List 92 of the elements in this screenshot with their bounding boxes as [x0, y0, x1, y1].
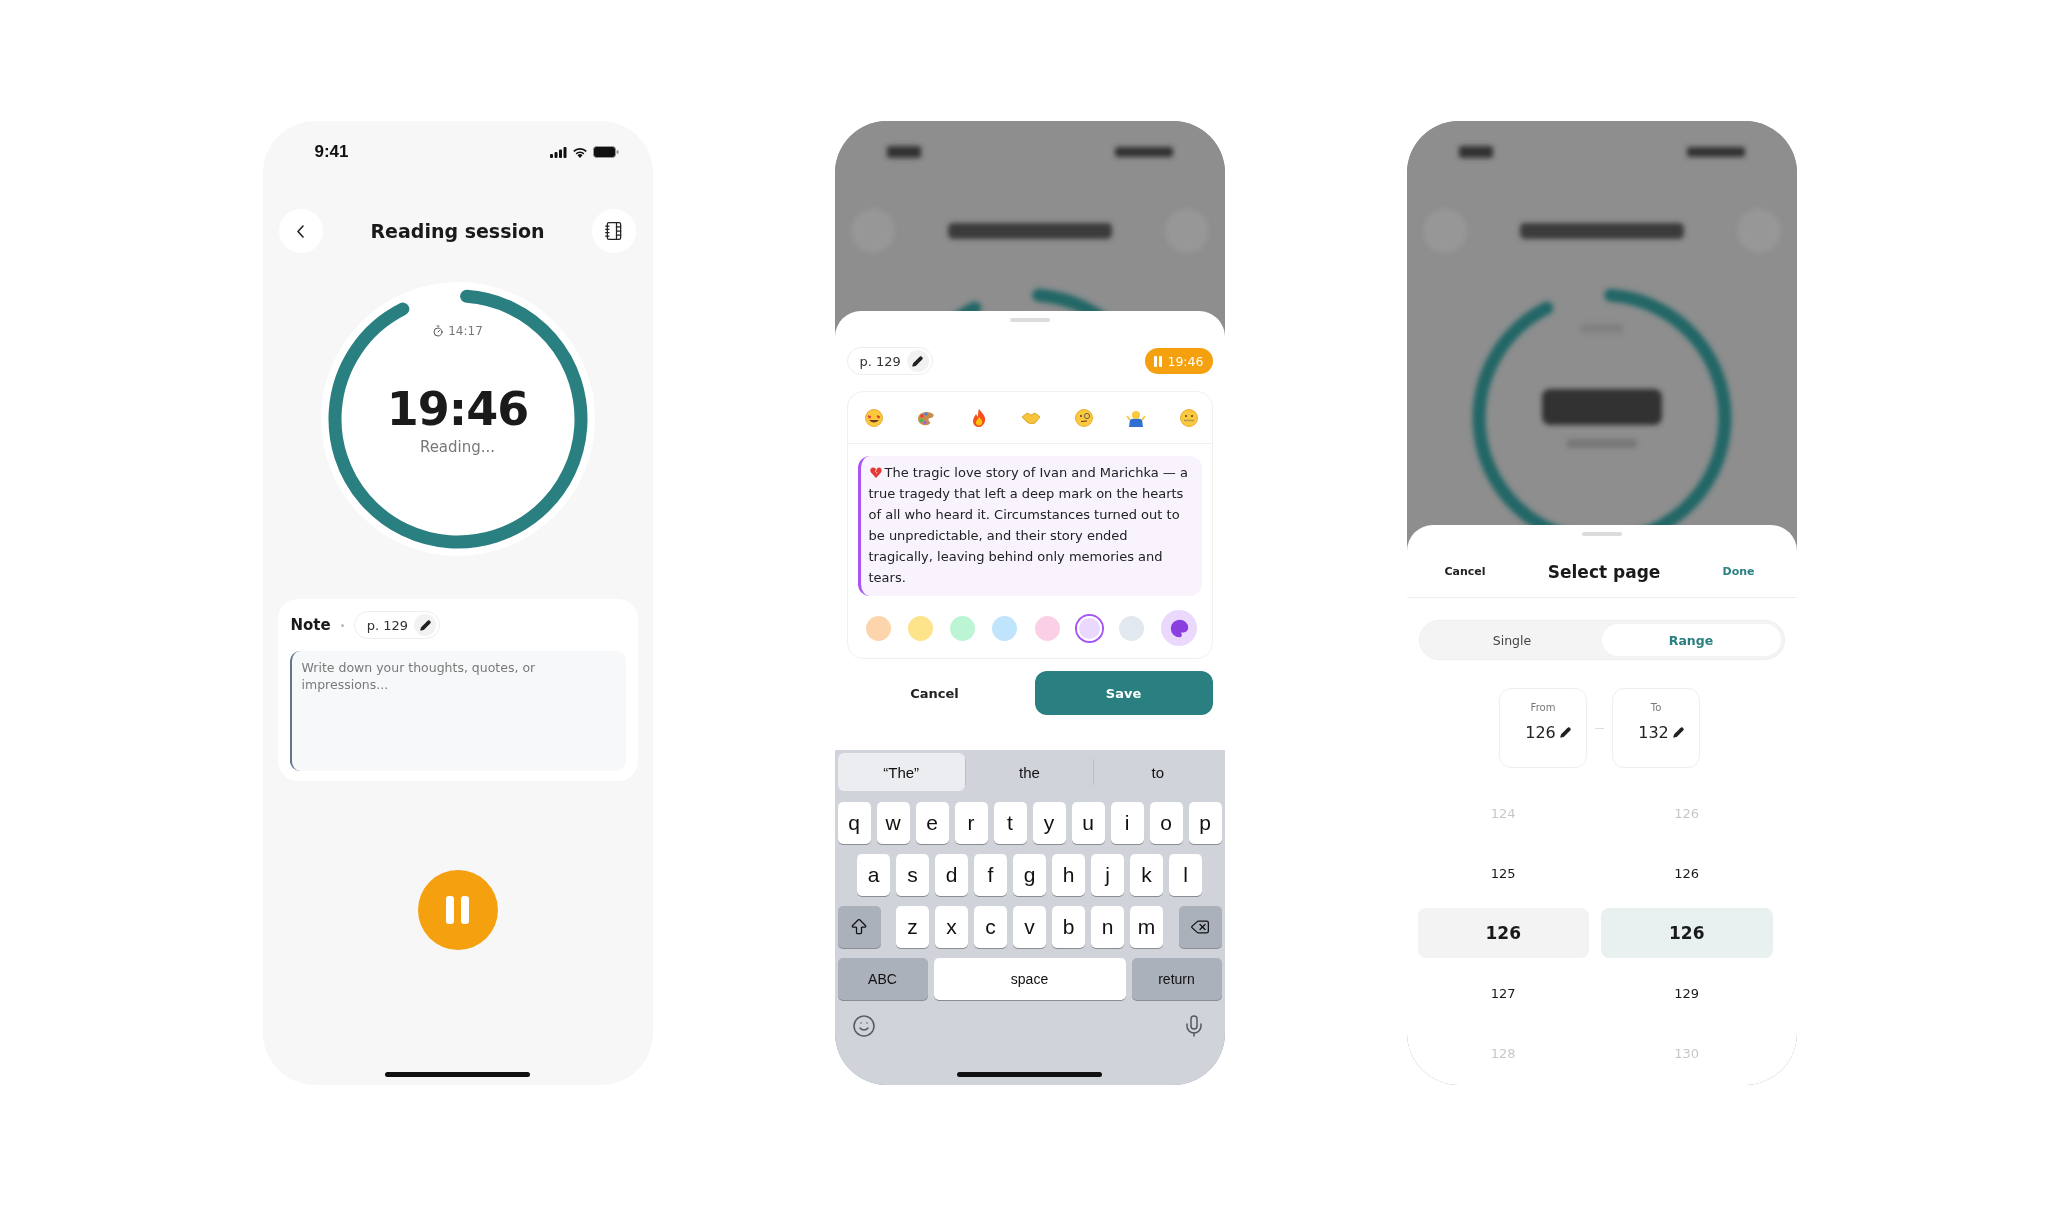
shift-icon — [849, 917, 869, 937]
cancel-button[interactable]: Cancel — [846, 671, 1023, 715]
mode-tab[interactable]: Single — [1422, 624, 1602, 656]
keyboard-key[interactable]: q — [837, 802, 871, 844]
page-chip[interactable]: p. 129 — [353, 611, 441, 639]
keyboard-key[interactable]: b — [1052, 906, 1085, 948]
keyboard-key[interactable]: z — [896, 906, 929, 948]
save-button[interactable]: Save — [1034, 671, 1213, 715]
color-swatch[interactable] — [1034, 615, 1060, 641]
picker-item[interactable]: 126 — [1601, 848, 1773, 898]
keyboard-key[interactable]: j — [1091, 854, 1124, 896]
keyboard-key[interactable]: m — [1130, 906, 1163, 948]
space-key[interactable]: space — [933, 958, 1126, 1000]
pencil-icon — [1672, 727, 1684, 738]
sheet-handle[interactable] — [1581, 532, 1622, 536]
page-value: 126 — [1525, 723, 1556, 742]
palette-icon — [1169, 618, 1189, 638]
keyboard-key[interactable]: n — [1091, 906, 1124, 948]
keyboard-key[interactable]: h — [1052, 854, 1085, 896]
keyboard-key[interactable]: s — [896, 854, 929, 896]
keyboard-key[interactable]: y — [1032, 802, 1066, 844]
suggestion-item[interactable]: “The” — [837, 753, 965, 791]
monocle-face-icon[interactable] — [1073, 407, 1094, 428]
abc-key[interactable]: ABC — [837, 958, 928, 1000]
screen-title: Reading session — [370, 220, 545, 242]
keyboard-key[interactable]: a — [857, 854, 890, 896]
page-chip[interactable]: p. 129 — [846, 347, 933, 375]
pencil-icon — [1559, 727, 1571, 738]
pencil-icon — [419, 619, 431, 631]
range-field[interactable]: To 132 — [1612, 688, 1700, 768]
delete-key[interactable] — [1178, 906, 1222, 948]
picker-item[interactable]: 129 — [1601, 968, 1773, 1018]
note-input[interactable]: Write down your thoughts, quotes, or impressions... — [289, 651, 626, 771]
keyboard-key[interactable]: f — [974, 854, 1007, 896]
keyboard-key[interactable]: p — [1188, 802, 1222, 844]
separator-dot — [340, 623, 344, 627]
keyboard-key[interactable]: e — [915, 802, 949, 844]
mode-tab[interactable]: Range — [1601, 624, 1781, 656]
keyboard-key[interactable]: w — [876, 802, 910, 844]
emoji-icon[interactable] — [851, 1014, 876, 1038]
color-swatch[interactable] — [950, 615, 976, 641]
picker-item[interactable]: 126 — [1417, 908, 1589, 958]
keyboard-key[interactable]: o — [1149, 802, 1183, 844]
pencil-icon — [912, 355, 924, 367]
color-swatch[interactable] — [865, 615, 891, 641]
pause-icon — [1154, 355, 1163, 367]
quote-text[interactable]: The tragic love story of Ivan and Marichka — a true tragedy that left a deep mark on the hearts of all who heard it. Circumstances turned out to be unpredictable, and their story ended tragically, leaving behind only memories and tears. — [868, 462, 1194, 588]
keyboard-key[interactable]: r — [954, 802, 988, 844]
broken-heart-icon — [869, 467, 882, 478]
cancel-button[interactable]: Cancel — [1444, 565, 1486, 578]
keyboard-key[interactable]: t — [993, 802, 1027, 844]
done-button[interactable]: Done — [1722, 565, 1755, 578]
keyboard-key[interactable]: v — [1013, 906, 1046, 948]
battery-icon — [592, 146, 619, 158]
keyboard-key[interactable]: g — [1013, 854, 1046, 896]
timer-value: 19:46 — [386, 382, 529, 436]
color-swatch[interactable] — [992, 615, 1018, 641]
sheet-title: Select page — [1547, 561, 1661, 582]
keyboard-key[interactable]: k — [1130, 854, 1163, 896]
timer-status: Reading... — [419, 438, 496, 456]
range-field[interactable]: From 126 — [1499, 688, 1587, 768]
return-key[interactable]: return — [1131, 958, 1222, 1000]
keyboard-key[interactable]: x — [935, 906, 968, 948]
keyboard-key[interactable]: i — [1110, 802, 1144, 844]
zipper-mouth-face-icon[interactable] — [1178, 407, 1199, 428]
shift-key[interactable] — [837, 906, 881, 948]
note-title: Note — [290, 616, 331, 634]
color-swatch[interactable] — [1076, 615, 1102, 641]
star-eyes-face-icon[interactable] — [863, 407, 884, 428]
notebook-button[interactable] — [592, 209, 637, 253]
timer-icon — [432, 325, 445, 337]
picker-item[interactable]: 127 — [1417, 968, 1589, 1018]
field-label: To — [1650, 702, 1662, 713]
keyboard-key[interactable]: c — [974, 906, 1007, 948]
chevron-left-icon — [297, 224, 304, 238]
sheet-handle[interactable] — [1009, 318, 1050, 322]
suggestion-item[interactable]: the — [965, 753, 1094, 791]
palette-button[interactable] — [1161, 610, 1198, 646]
page-value: 132 — [1638, 723, 1669, 742]
status-time: 9:41 — [314, 142, 349, 162]
wifi-icon — [571, 146, 588, 158]
keyboard-key[interactable]: u — [1071, 802, 1105, 844]
signal-icon — [549, 146, 567, 158]
keyboard-key[interactable]: l — [1169, 854, 1202, 896]
color-swatch[interactable] — [1119, 615, 1145, 641]
field-label: From — [1530, 702, 1556, 713]
keyboard-key[interactable]: d — [935, 854, 968, 896]
suggestion-item[interactable]: to — [1094, 753, 1222, 791]
elapsed-time: 14:17 — [432, 324, 483, 338]
picker-item[interactable]: 125 — [1417, 848, 1589, 898]
picker-item[interactable]: 126 — [1601, 908, 1773, 958]
color-swatch[interactable] — [907, 615, 933, 641]
